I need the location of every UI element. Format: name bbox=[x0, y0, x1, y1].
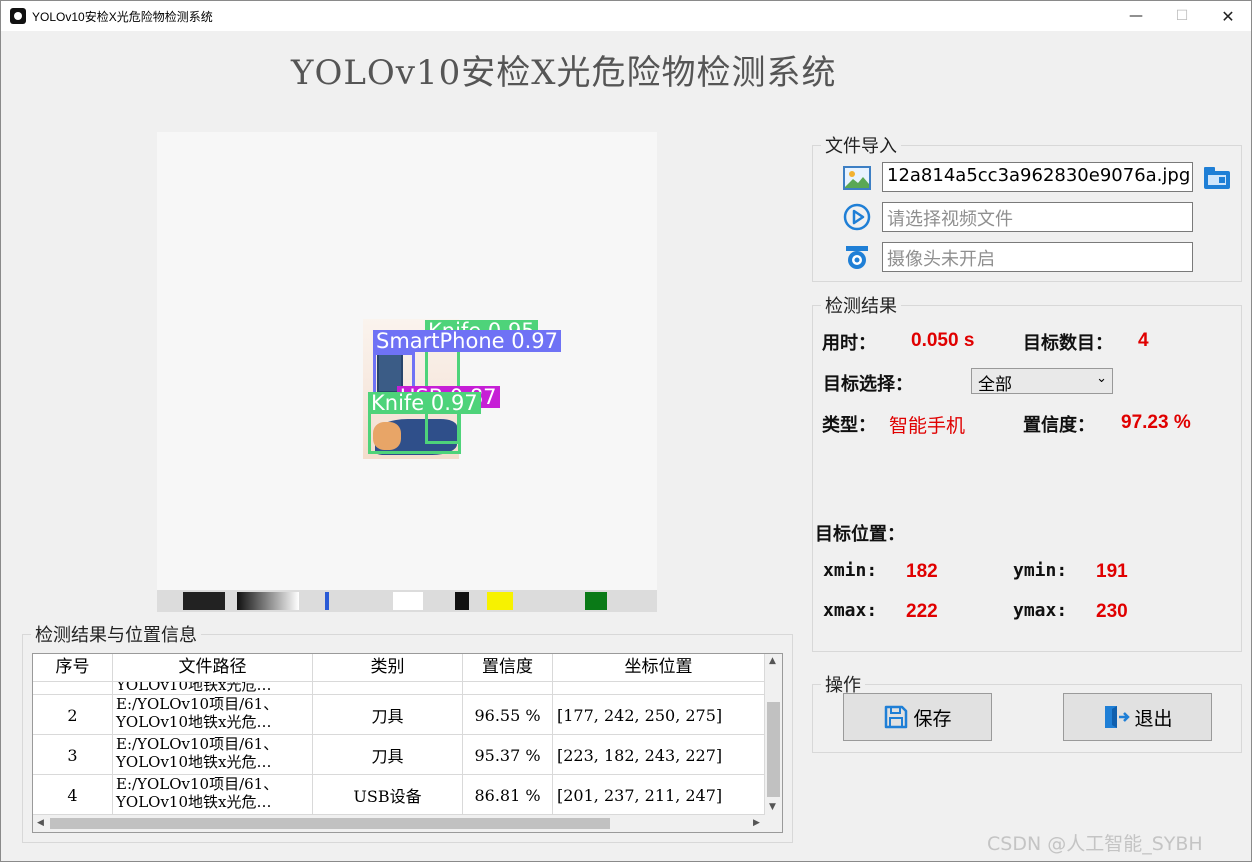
table-cell-path: E:/YOLOv10项目/61、 YOLOv10地铁x光危… bbox=[113, 735, 313, 775]
window-title: YOLOv10安检X光危险物检测系统 bbox=[32, 9, 213, 24]
save-icon bbox=[885, 705, 908, 729]
table-row[interactable]: 3 E:/YOLOv10项目/61、 YOLOv10地铁x光危… 刀具 95.37… bbox=[33, 735, 765, 775]
target-select-label: 目标选择： bbox=[823, 374, 913, 395]
exit-icon bbox=[1105, 706, 1131, 728]
confidence-value: 97.23 % bbox=[1121, 412, 1191, 433]
column-header-index[interactable]: 序号 bbox=[33, 654, 113, 682]
detection-result-legend: 检测结果 bbox=[825, 296, 897, 317]
table-header: 序号 文件路径 类别 置信度 坐标位置 bbox=[33, 654, 765, 682]
table-cell-coords: [201, 237, 211, 247] bbox=[553, 775, 765, 815]
scroll-down-icon[interactable]: ▼ bbox=[769, 802, 776, 812]
bbox-label-knife-2: Knife 0.97 bbox=[368, 392, 481, 414]
table-cell-path: E:/YOLOv10项目/61、 YOLOv10地铁x光危… bbox=[113, 695, 313, 735]
video-path-field[interactable]: 请选择视频文件 bbox=[882, 202, 1193, 232]
column-header-confidence[interactable]: 置信度 bbox=[463, 654, 553, 682]
close-button[interactable]: ✕ bbox=[1205, 1, 1251, 31]
table-cell-category: USB设备 bbox=[313, 775, 463, 815]
image-path-field[interactable]: 12a814a5cc3a962830e9076a.jpg bbox=[882, 162, 1193, 192]
table-row[interactable]: 2 E:/YOLOv10项目/61、 YOLOv10地铁x光危… 刀具 96.55… bbox=[33, 695, 765, 735]
exit-button[interactable]: 退出 bbox=[1063, 693, 1212, 741]
table-cell-category: 刀具 bbox=[313, 735, 463, 775]
image-file-icon[interactable] bbox=[843, 164, 871, 192]
bbox-label-smartphone: SmartPhone 0.97 bbox=[373, 330, 562, 352]
open-folder-icon[interactable] bbox=[1202, 163, 1230, 191]
column-header-coords[interactable]: 坐标位置 bbox=[553, 654, 765, 682]
ymax-label: ymax: bbox=[1013, 600, 1068, 621]
results-table-legend: 检测结果与位置信息 bbox=[35, 625, 197, 646]
table-cell-index: 4 bbox=[33, 775, 113, 815]
ymin-label: ymin: bbox=[1013, 560, 1068, 581]
ymin-value: 191 bbox=[1096, 561, 1128, 582]
chevron-down-icon: ⌄ bbox=[1096, 371, 1107, 386]
save-button-label: 保存 bbox=[913, 707, 952, 730]
table-cell-path: E:/YOLOv10项目/61、 YOLOv10地铁x光危… bbox=[113, 775, 313, 815]
table-horizontal-scroll-thumb[interactable] bbox=[50, 818, 610, 829]
target-count-value: 4 bbox=[1138, 330, 1149, 351]
table-cell-confidence: 86.81 % bbox=[463, 775, 553, 815]
title-bar: YOLOv10安检X光危险物检测系统 — ☐ ✕ bbox=[1, 1, 1251, 31]
scroll-up-icon[interactable]: ▲ bbox=[769, 656, 776, 666]
save-button[interactable]: 保存 bbox=[843, 693, 992, 741]
type-value: 智能手机 bbox=[889, 415, 966, 437]
camera-status-field[interactable]: 摄像头未开启 bbox=[882, 242, 1193, 272]
time-value: 0.050 s bbox=[911, 330, 975, 351]
table-cell-coords: [223, 182, 243, 227] bbox=[553, 735, 765, 775]
target-select-value: 全部 bbox=[978, 375, 1012, 395]
target-select-dropdown[interactable]: 全部 ⌄ bbox=[971, 368, 1113, 395]
scanner-status-strip bbox=[157, 590, 657, 612]
table-cell-coords: [177, 242, 250, 275] bbox=[553, 695, 765, 735]
xmax-value: 222 bbox=[906, 601, 938, 622]
table-cell-index: 3 bbox=[33, 735, 113, 775]
column-header-category[interactable]: 类别 bbox=[313, 654, 463, 682]
maximize-button[interactable]: ☐ bbox=[1159, 1, 1205, 31]
table-cell-confidence: 95.37 % bbox=[463, 735, 553, 775]
type-label: 类型： bbox=[822, 415, 876, 436]
detection-image-view: Knife 0.95 SmartPhone 0.97 USB 0.87 Knif… bbox=[157, 132, 657, 612]
target-count-label: 目标数目： bbox=[1023, 333, 1113, 354]
table-cell-index: 2 bbox=[33, 695, 113, 735]
table-vertical-scrollbar[interactable]: ▲ ▼ bbox=[765, 654, 782, 817]
video-file-icon[interactable] bbox=[843, 203, 871, 231]
camera-icon[interactable] bbox=[843, 243, 871, 271]
ymax-value: 230 bbox=[1096, 601, 1128, 622]
results-table[interactable]: 序号 文件路径 类别 置信度 坐标位置 YOLOv10地铁x光危… 2 E:/Y… bbox=[32, 653, 783, 833]
app-logo-icon bbox=[10, 8, 26, 24]
target-position-label: 目标位置： bbox=[815, 524, 905, 545]
file-import-legend: 文件导入 bbox=[825, 136, 897, 157]
watermark: CSDN @人工智能_SYBH bbox=[987, 833, 1203, 855]
xmin-label: xmin: bbox=[823, 560, 878, 581]
time-label: 用时： bbox=[822, 333, 876, 354]
scroll-right-icon[interactable]: ▶ bbox=[753, 818, 760, 828]
exit-button-label: 退出 bbox=[1134, 707, 1173, 730]
column-header-path[interactable]: 文件路径 bbox=[113, 654, 313, 682]
minimize-button[interactable]: — bbox=[1113, 1, 1159, 31]
table-row[interactable]: 4 E:/YOLOv10项目/61、 YOLOv10地铁x光危… USB设备 86… bbox=[33, 775, 765, 815]
table-vertical-scroll-thumb[interactable] bbox=[767, 702, 780, 797]
scroll-left-icon[interactable]: ◀ bbox=[37, 818, 44, 828]
xmin-value: 182 bbox=[906, 561, 938, 582]
table-cell-category: 刀具 bbox=[313, 695, 463, 735]
table-horizontal-scrollbar[interactable]: ◀ ▶ bbox=[33, 815, 782, 832]
xmax-label: xmax: bbox=[823, 600, 878, 621]
app-window: YOLOv10安检X光危险物检测系统 — ☐ ✕ YOLOv10安检X光危险物检… bbox=[0, 0, 1252, 862]
confidence-label: 置信度： bbox=[1023, 415, 1095, 436]
table-cell-confidence: 96.55 % bbox=[463, 695, 553, 735]
page-title: YOLOv10安检X光危险物检测系统 bbox=[291, 53, 837, 93]
